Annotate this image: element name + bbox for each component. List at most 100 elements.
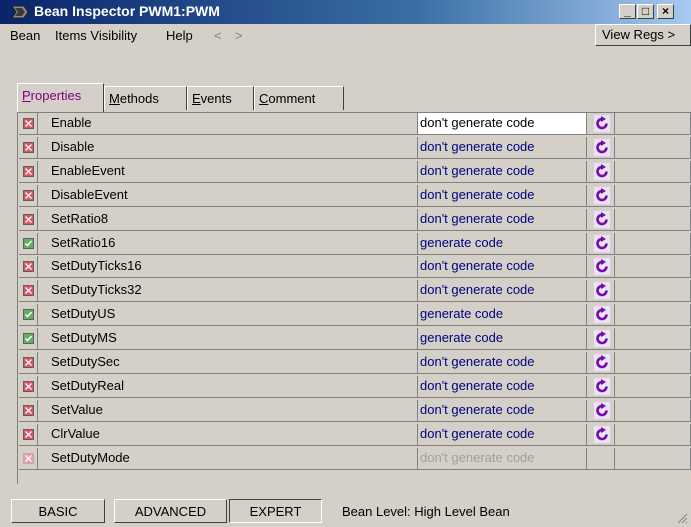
method-toggle-cell[interactable] — [587, 375, 615, 398]
method-checkbox-cell[interactable] — [19, 256, 38, 279]
method-row[interactable]: ClrValue don't generate code — [19, 423, 691, 446]
method-toggle-cell[interactable] — [587, 232, 615, 255]
method-checkbox-cell[interactable] — [19, 447, 38, 470]
method-toggle-cell[interactable] — [587, 160, 615, 183]
method-checkbox-cell[interactable] — [19, 113, 38, 135]
method-value[interactable]: don't generate code — [418, 447, 587, 470]
method-checkbox-cell[interactable] — [19, 423, 38, 446]
method-toggle-cell[interactable] — [587, 184, 615, 207]
method-toggle-cell[interactable] — [587, 113, 615, 135]
method-value[interactable]: don't generate code — [418, 280, 587, 303]
disabled-cross-icon[interactable] — [23, 428, 34, 440]
method-row[interactable]: SetRatio8 don't generate code — [19, 208, 691, 231]
method-row[interactable]: DisableEvent don't generate code — [19, 184, 691, 207]
method-toggle-cell[interactable] — [587, 208, 615, 231]
toggle-generate-icon[interactable] — [594, 234, 610, 252]
method-value[interactable]: generate code — [418, 232, 587, 255]
disabled-cross-icon[interactable] — [23, 213, 34, 225]
menu-back[interactable]: < — [214, 28, 222, 43]
method-toggle-cell[interactable] — [587, 280, 615, 303]
method-row[interactable]: SetValue don't generate code — [19, 399, 691, 422]
method-value[interactable]: generate code — [418, 328, 587, 351]
method-row[interactable]: Disable don't generate code — [19, 136, 691, 159]
toggle-generate-icon[interactable] — [594, 186, 610, 204]
maximize-button[interactable]: □ — [637, 4, 654, 19]
toggle-generate-icon[interactable] — [594, 425, 610, 443]
enabled-check-icon[interactable] — [23, 237, 34, 249]
toggle-generate-icon[interactable] — [594, 258, 610, 276]
method-toggle-cell[interactable] — [587, 328, 615, 351]
method-row[interactable]: SetRatio16 generate code — [19, 232, 691, 255]
menu-help[interactable]: Help — [166, 28, 193, 43]
toggle-generate-icon[interactable] — [594, 282, 610, 300]
toggle-generate-icon[interactable] — [594, 162, 610, 180]
tab-methods[interactable]: Methods — [104, 86, 187, 110]
disabled-cross-icon[interactable] — [23, 118, 34, 129]
method-value[interactable]: don't generate code — [418, 399, 587, 422]
method-checkbox-cell[interactable] — [19, 399, 38, 422]
method-row[interactable]: Enable don't generate code — [19, 113, 691, 135]
method-row[interactable]: SetDutyTicks32 don't generate code — [19, 280, 691, 303]
enabled-check-icon[interactable] — [23, 333, 34, 345]
disabled-cross-icon[interactable] — [23, 285, 34, 297]
method-value[interactable]: generate code — [418, 304, 587, 327]
method-row[interactable]: EnableEvent don't generate code — [19, 160, 691, 183]
method-toggle-cell[interactable] — [587, 304, 615, 327]
enabled-check-icon[interactable] — [23, 309, 34, 321]
minimize-button[interactable]: _ — [619, 4, 636, 19]
close-button[interactable]: × — [657, 4, 674, 19]
method-checkbox-cell[interactable] — [19, 328, 38, 351]
method-toggle-cell[interactable] — [587, 136, 615, 159]
method-value[interactable]: don't generate code — [418, 423, 587, 446]
method-checkbox-cell[interactable] — [19, 375, 38, 398]
menu-bean[interactable]: Bean — [10, 28, 40, 43]
method-value[interactable]: don't generate code — [418, 352, 587, 374]
method-toggle-cell[interactable] — [587, 423, 615, 446]
method-checkbox-cell[interactable] — [19, 184, 38, 207]
method-toggle-cell[interactable] — [587, 352, 615, 374]
disabled-cross-icon[interactable] — [23, 357, 34, 368]
toggle-generate-icon[interactable] — [594, 354, 610, 371]
title-bar[interactable]: Bean Inspector PWM1:PWM _ □ × — [0, 0, 691, 24]
disabled-cross-icon[interactable] — [23, 452, 34, 464]
method-checkbox-cell[interactable] — [19, 160, 38, 183]
resize-grip-icon[interactable] — [676, 512, 688, 524]
expert-level-button[interactable]: EXPERT — [229, 499, 322, 523]
tab-comment[interactable]: Comment — [254, 86, 344, 110]
toggle-generate-icon[interactable] — [594, 115, 610, 132]
method-row[interactable]: SetDutyReal don't generate code — [19, 375, 691, 398]
method-row[interactable]: SetDutyMode don't generate code — [19, 447, 691, 470]
method-value[interactable]: don't generate code — [418, 375, 587, 398]
disabled-cross-icon[interactable] — [23, 380, 34, 392]
basic-level-button[interactable]: BASIC — [11, 499, 105, 523]
tab-events[interactable]: Events — [187, 86, 254, 110]
method-row[interactable]: SetDutySec don't generate code — [19, 352, 691, 374]
method-value[interactable]: don't generate code — [418, 208, 587, 231]
toggle-generate-icon[interactable] — [594, 306, 610, 324]
method-value[interactable]: don't generate code — [418, 160, 587, 183]
disabled-cross-icon[interactable] — [23, 261, 34, 273]
menu-forward[interactable]: > — [235, 28, 243, 43]
method-checkbox-cell[interactable] — [19, 208, 38, 231]
menu-items-visibility[interactable]: Items Visibility — [55, 28, 137, 43]
toggle-generate-icon[interactable] — [594, 330, 610, 348]
disabled-cross-icon[interactable] — [23, 141, 34, 153]
method-row[interactable]: SetDutyMS generate code — [19, 328, 691, 351]
method-checkbox-cell[interactable] — [19, 136, 38, 159]
method-value[interactable]: don't generate code — [418, 113, 587, 135]
disabled-cross-icon[interactable] — [23, 404, 34, 416]
disabled-cross-icon[interactable] — [23, 189, 34, 201]
method-value[interactable]: don't generate code — [418, 136, 587, 159]
toggle-generate-icon[interactable] — [594, 138, 610, 156]
method-value[interactable]: don't generate code — [418, 256, 587, 279]
view-regs-button[interactable]: View Regs > — [595, 24, 691, 46]
method-value[interactable]: don't generate code — [418, 184, 587, 207]
method-toggle-cell[interactable] — [587, 399, 615, 422]
toggle-generate-icon[interactable] — [594, 401, 610, 419]
method-checkbox-cell[interactable] — [19, 352, 38, 374]
method-row[interactable]: SetDutyUS generate code — [19, 304, 691, 327]
tab-properties[interactable]: Properties — [17, 83, 104, 112]
toggle-generate-icon[interactable] — [594, 210, 610, 228]
toggle-generate-icon[interactable] — [594, 377, 610, 395]
method-checkbox-cell[interactable] — [19, 280, 38, 303]
